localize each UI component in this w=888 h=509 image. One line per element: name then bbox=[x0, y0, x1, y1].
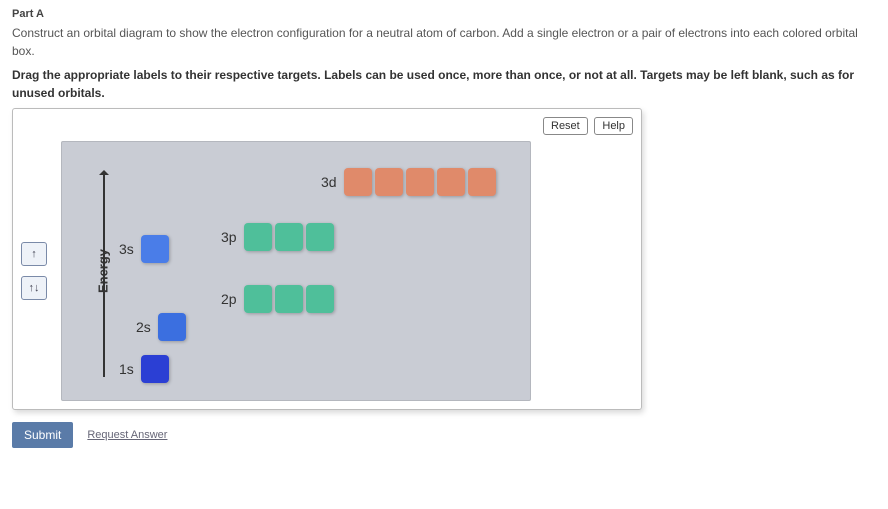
instruction-1: Construct an orbital diagram to show the… bbox=[12, 24, 876, 60]
orbital-row-1s: 1s bbox=[119, 355, 169, 383]
orbital-label-2p: 2p bbox=[221, 291, 237, 307]
orbital-box-3p-3[interactable] bbox=[306, 223, 334, 251]
orbital-row-2p: 2p bbox=[221, 285, 334, 313]
orbital-diagram: Energy 1s 2s 2p 3s 3p bbox=[61, 141, 531, 401]
orbital-box-3p-1[interactable] bbox=[244, 223, 272, 251]
orbital-box-2p-1[interactable] bbox=[244, 285, 272, 313]
orbital-label-2s: 2s bbox=[136, 319, 151, 335]
orbital-label-3d: 3d bbox=[321, 174, 337, 190]
instruction-2: Drag the appropriate labels to their res… bbox=[12, 66, 876, 102]
part-label: Part A bbox=[12, 8, 876, 20]
orbital-label-3p: 3p bbox=[221, 229, 237, 245]
orbital-box-2p-2[interactable] bbox=[275, 285, 303, 313]
orbital-label-3s: 3s bbox=[119, 241, 134, 257]
orbital-box-3d-3[interactable] bbox=[406, 168, 434, 196]
orbital-row-3s: 3s bbox=[119, 235, 169, 263]
orbital-box-1s[interactable] bbox=[141, 355, 169, 383]
single-electron-chip[interactable]: ↑ bbox=[21, 242, 47, 266]
electron-pair-chip[interactable]: ↑↓ bbox=[21, 276, 47, 300]
energy-axis-label: Energy bbox=[96, 249, 111, 293]
orbital-box-3d-2[interactable] bbox=[375, 168, 403, 196]
orbital-label-1s: 1s bbox=[119, 361, 134, 377]
reset-button[interactable]: Reset bbox=[543, 117, 588, 135]
label-palette: ↑ ↑↓ bbox=[21, 242, 47, 300]
help-button[interactable]: Help bbox=[594, 117, 633, 135]
orbital-box-3d-5[interactable] bbox=[468, 168, 496, 196]
orbital-box-3d-4[interactable] bbox=[437, 168, 465, 196]
orbital-row-3p: 3p bbox=[221, 223, 334, 251]
request-answer-link[interactable]: Request Answer bbox=[87, 429, 167, 441]
orbital-box-2s[interactable] bbox=[158, 313, 186, 341]
orbital-box-2p-3[interactable] bbox=[306, 285, 334, 313]
orbital-box-3p-2[interactable] bbox=[275, 223, 303, 251]
orbital-row-3d: 3d bbox=[321, 168, 496, 196]
question-panel: Reset Help ↑ ↑↓ Energy 1s 2s 2p bbox=[12, 108, 642, 410]
submit-button[interactable]: Submit bbox=[12, 422, 73, 448]
orbital-box-3s[interactable] bbox=[141, 235, 169, 263]
orbital-box-3d-1[interactable] bbox=[344, 168, 372, 196]
orbital-row-2s: 2s bbox=[136, 313, 186, 341]
